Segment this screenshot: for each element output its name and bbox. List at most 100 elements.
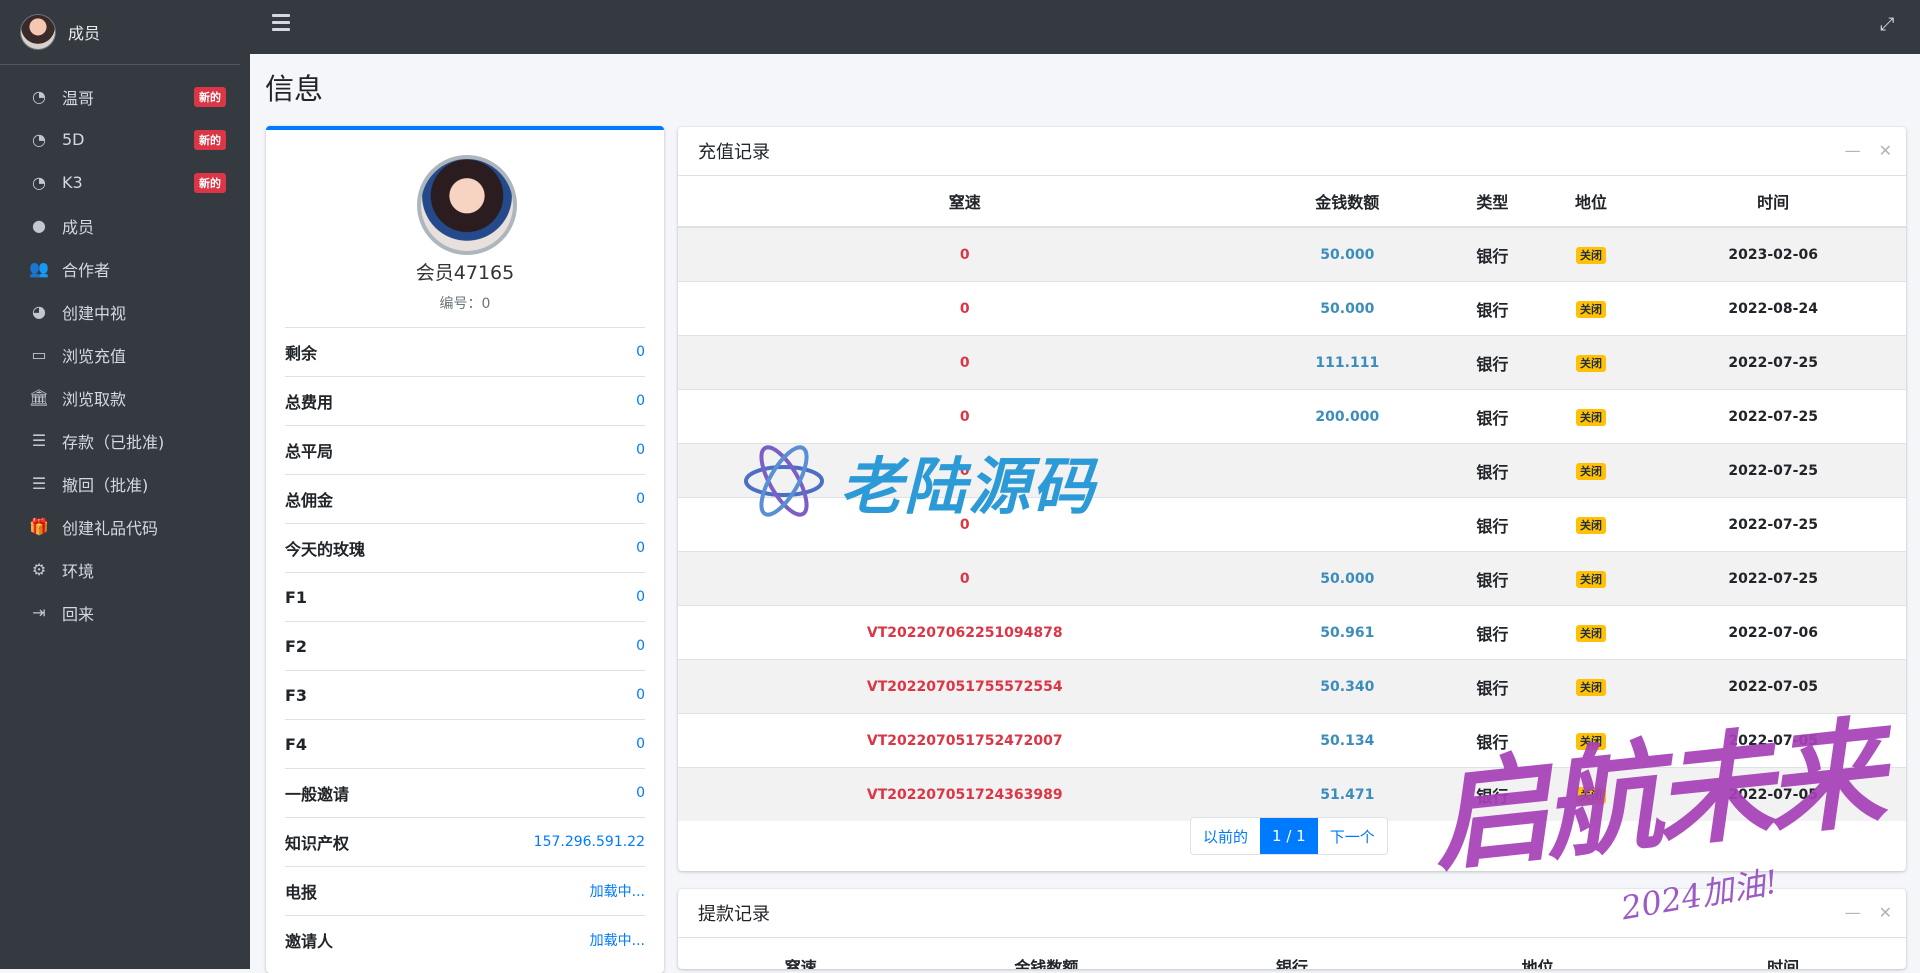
page-title: 信息 xyxy=(265,72,324,106)
stat-label: F1 xyxy=(285,587,308,607)
amount-cell: 50.340 xyxy=(1251,659,1444,714)
amount-cell: 50.000 xyxy=(1251,551,1444,606)
stat-value[interactable]: 0 xyxy=(636,638,645,654)
sidebar-item[interactable]: ☰ 存款（已批准) xyxy=(10,419,240,462)
sidebar-item[interactable]: ● 成员 xyxy=(10,204,240,247)
stat-value[interactable]: 0 xyxy=(636,736,645,752)
close-icon[interactable]: ✕ xyxy=(1879,903,1892,922)
stat-value[interactable]: 加载中... xyxy=(590,881,645,901)
time-cell: 2022-08-24 xyxy=(1640,281,1906,336)
type-cell: 银行 xyxy=(1443,226,1542,282)
stat-value[interactable]: 157.296.591.22 xyxy=(534,834,645,850)
prev-page-button[interactable]: 以前的 xyxy=(1191,818,1261,854)
recharge-title: 充值记录 xyxy=(698,142,770,163)
type-cell: 银行 xyxy=(1443,551,1542,606)
profile-id: 编号：0 xyxy=(439,296,491,312)
stat-label: 电报 xyxy=(285,883,318,902)
sidebar-item[interactable]: ⇥ 回来 xyxy=(10,591,240,634)
stat-value[interactable]: 加载中... xyxy=(590,930,645,950)
amount-cell: 50.000 xyxy=(1251,226,1444,282)
sidebar-item-label: 浏览取款 xyxy=(62,389,127,409)
status-cell: 关闭 xyxy=(1541,443,1641,498)
column-header: 金钱数额 xyxy=(1251,176,1444,228)
close-icon[interactable]: ✕ xyxy=(1879,141,1892,160)
gift-icon: 🎁 xyxy=(29,517,49,536)
gear-icon: ⚙ xyxy=(31,560,47,579)
table-row: 0 50.000 银行 关闭 2022-08-24 xyxy=(678,281,1906,336)
type-cell: 银行 xyxy=(1443,443,1542,498)
speed-cell: VT202207051755572554 xyxy=(678,659,1252,714)
stat-label: F3 xyxy=(285,685,308,705)
stat-value[interactable]: 0 xyxy=(636,442,645,458)
sidebar-item[interactable]: ◔ K3 新的 xyxy=(10,161,240,204)
sidebar-item-label: K3 xyxy=(62,173,83,192)
collapse-icon[interactable]: — xyxy=(1845,903,1861,922)
next-page-button[interactable]: 下一个 xyxy=(1317,818,1387,854)
fullscreen-icon[interactable]: ⤢ xyxy=(1880,16,1898,34)
sidebar-nav: ◔ 温哥 新的 ◔ 5D 新的 ◔ K3 新的 ● 成员 👥 合作者 ◕ 创建中视 ▭ 浏览充值 🏛 浏览取款 ☰ 存款… xyxy=(0,75,250,634)
column-header: 窒速 xyxy=(784,958,817,969)
profile-stats: 剩余 0 总费用 0 总平局 0 总佣金 0 今天的玫瑰 0 F1 0 F2 0 F3 0 F4 0 一般邀请 0 知识… xyxy=(285,327,645,964)
stat-row: 总费用 0 xyxy=(285,376,645,425)
sidebar-item[interactable]: ◔ 5D 新的 xyxy=(10,118,240,161)
time-cell: 2023-02-06 xyxy=(1640,226,1906,282)
collapse-icon[interactable]: — xyxy=(1845,141,1861,160)
type-cell: 银行 xyxy=(1443,497,1542,552)
stat-value[interactable]: 0 xyxy=(636,491,645,507)
column-header: 时间 xyxy=(1640,176,1906,228)
sidebar-item[interactable]: 🏛 浏览取款 xyxy=(10,376,240,419)
pagination: 以前的 1 / 1 下一个 xyxy=(1190,817,1388,855)
withdraw-table-header: 窒速 金钱数额 银行 地位 时间 xyxy=(678,938,1906,969)
column-header: 时间 xyxy=(1767,958,1800,969)
amount-cell: 50.961 xyxy=(1251,605,1444,660)
watermark-text: 老陆源码 xyxy=(840,450,1097,523)
stat-label: 剩余 xyxy=(285,344,318,363)
sidebar-item[interactable]: ☰ 撤回（批准) xyxy=(10,462,240,505)
stat-value[interactable]: 0 xyxy=(636,344,645,360)
stat-row: F2 0 xyxy=(285,621,645,670)
sidebar-item[interactable]: ◔ 温哥 新的 xyxy=(10,75,240,118)
bank-icon: 🏛 xyxy=(28,388,50,407)
user-name[interactable]: 成员 xyxy=(68,20,100,44)
status-cell: 关闭 xyxy=(1541,281,1641,336)
sidebar-item[interactable]: 🎁 创建礼品代码 xyxy=(10,505,240,548)
time-cell: 2022-07-06 xyxy=(1640,605,1906,660)
stat-value[interactable]: 0 xyxy=(636,785,645,801)
stat-label: 知识产权 xyxy=(285,834,350,853)
sidebar-item-label: 浏览充值 xyxy=(62,346,127,366)
stat-row: F3 0 xyxy=(285,670,645,719)
table-row: 0 50.000 银行 关闭 2023-02-06 xyxy=(678,226,1906,282)
menu-toggle-icon[interactable] xyxy=(272,14,290,31)
amount-cell: 50.134 xyxy=(1251,713,1444,768)
stat-value[interactable]: 0 xyxy=(636,540,645,556)
stat-value[interactable]: 0 xyxy=(636,687,645,703)
sidebar-item[interactable]: ◕ 创建中视 xyxy=(10,290,240,333)
sidebar: 成员 ◔ 温哥 新的 ◔ 5D 新的 ◔ K3 新的 ● 成员 👥 合作者 ◕ 创建中视 ▭ 浏览充值 🏛 浏览取款… xyxy=(0,0,250,969)
sidebar-item[interactable]: ⚙ 环境 xyxy=(10,548,240,591)
stat-label: 邀请人 xyxy=(285,932,334,951)
withdraw-title: 提款记录 xyxy=(698,904,770,925)
time-cell: 2022-07-25 xyxy=(1640,497,1906,552)
tachometer-icon: ◔ xyxy=(32,130,46,149)
status-badge: 关闭 xyxy=(1576,246,1607,264)
column-header: 金钱数额 xyxy=(1014,958,1079,969)
type-cell: 银行 xyxy=(1443,281,1542,336)
status-badge: 关闭 xyxy=(1576,354,1607,372)
status-badge: 关闭 xyxy=(1576,624,1607,642)
stat-row: 总平局 0 xyxy=(285,425,645,474)
stat-row: 电报 加载中... xyxy=(285,866,645,915)
stat-value[interactable]: 0 xyxy=(636,589,645,605)
status-badge: 关闭 xyxy=(1576,516,1607,534)
user-circle-icon: ● xyxy=(32,216,46,235)
avatar[interactable] xyxy=(20,14,56,50)
sidebar-item-label: 创建中视 xyxy=(62,303,127,323)
users-icon: 👥 xyxy=(29,259,49,278)
stat-value[interactable]: 0 xyxy=(636,393,645,409)
column-header: 类型 xyxy=(1443,176,1542,228)
sidebar-item[interactable]: ▭ 浏览充值 xyxy=(10,333,240,376)
current-page-button[interactable]: 1 / 1 xyxy=(1260,818,1318,854)
user-panel[interactable]: 成员 xyxy=(0,0,240,65)
stat-row: F4 0 xyxy=(285,719,645,768)
watermark-logo: 老陆源码 xyxy=(742,436,1096,526)
sidebar-item[interactable]: 👥 合作者 xyxy=(10,247,240,290)
